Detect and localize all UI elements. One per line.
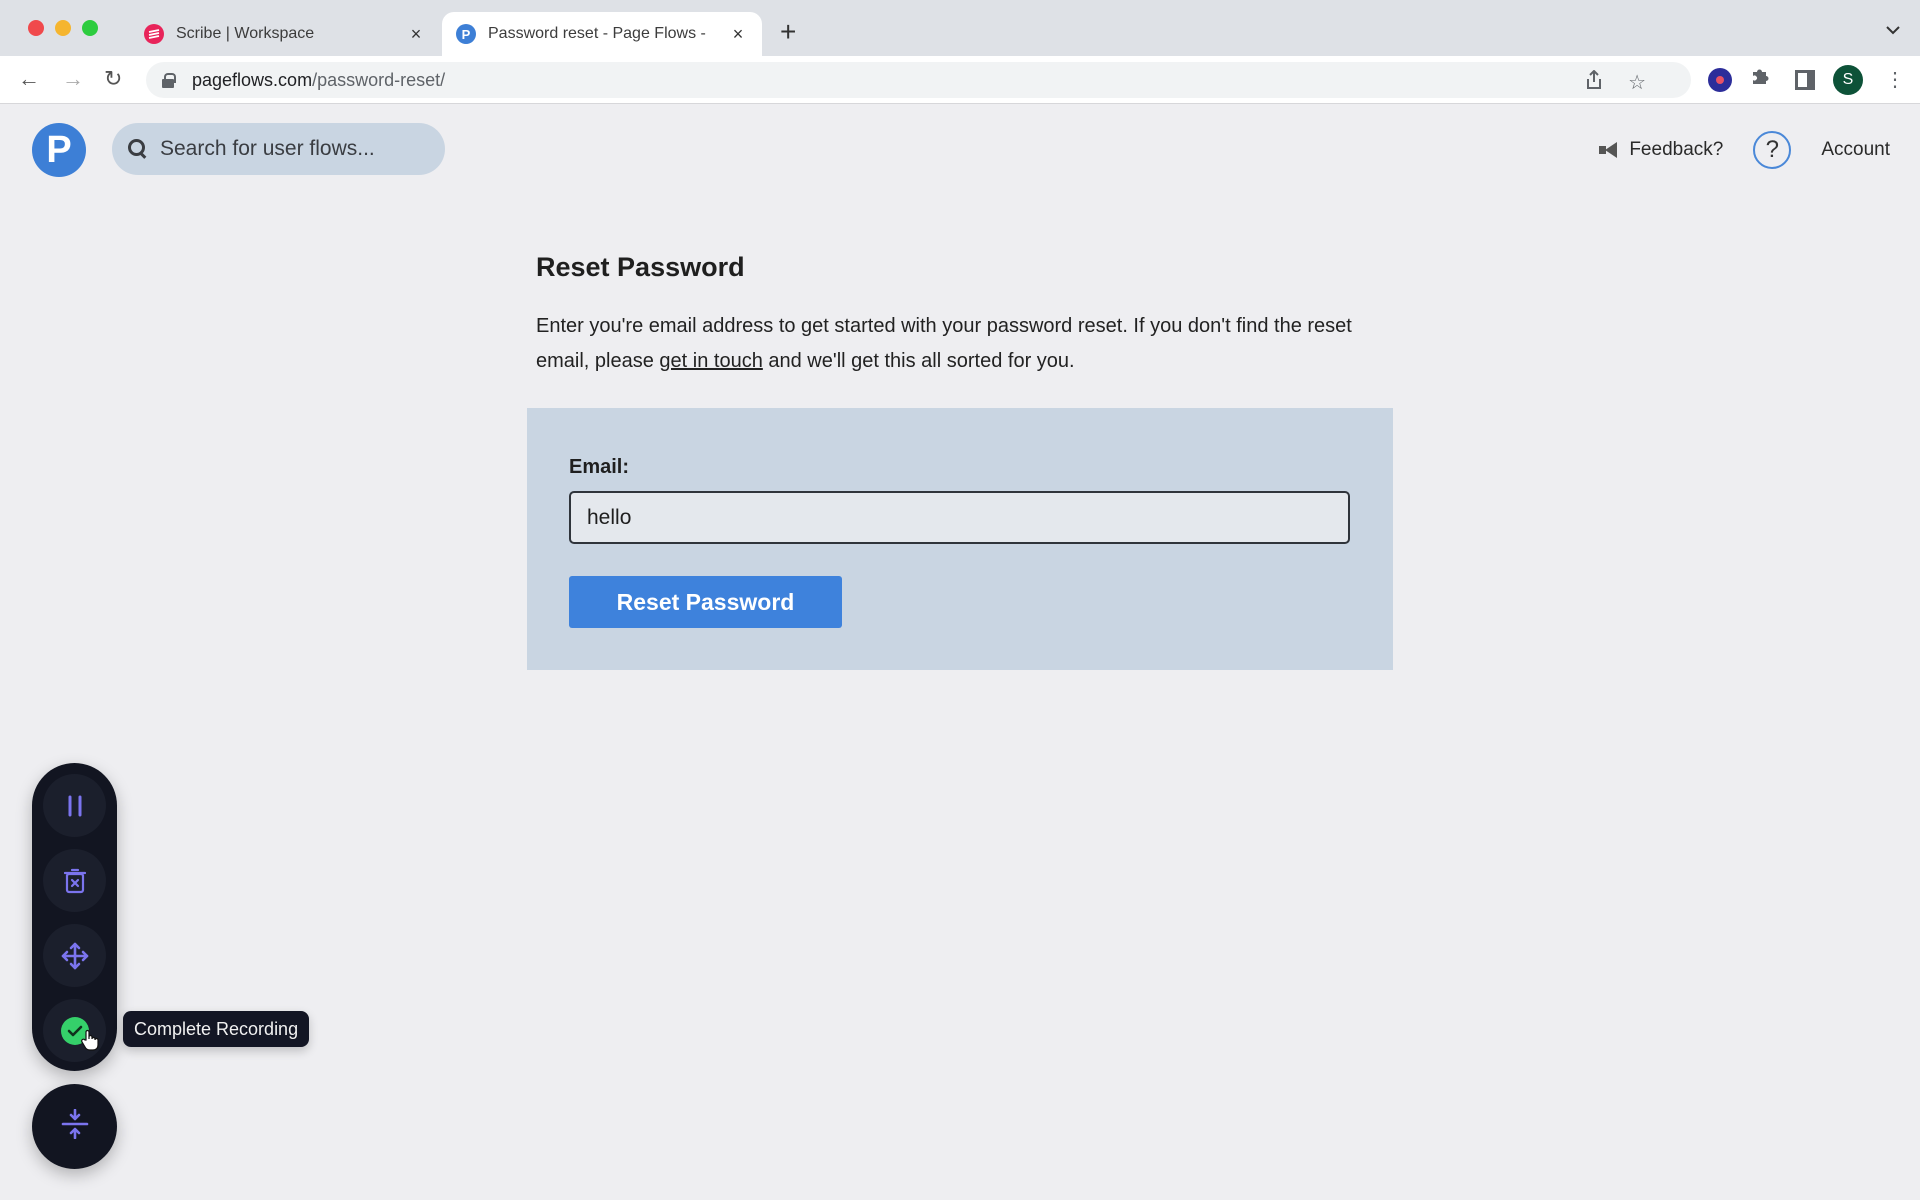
close-window-button[interactable] xyxy=(28,20,44,36)
tab-scribe-workspace[interactable]: Scribe | Workspace × xyxy=(130,12,440,56)
new-tab-button[interactable]: + xyxy=(780,18,796,46)
maximize-window-button[interactable] xyxy=(82,20,98,36)
pause-icon xyxy=(66,795,84,817)
search-bar[interactable] xyxy=(112,123,445,175)
email-field[interactable] xyxy=(569,491,1350,544)
scribe-favicon-icon xyxy=(144,24,164,44)
url-path: /password-reset/ xyxy=(312,69,446,90)
move-arrows-icon xyxy=(61,942,89,970)
reset-password-form: Email: Reset Password xyxy=(527,408,1393,670)
url-host: pageflows.com xyxy=(192,69,313,90)
tab-title: Password reset - Page Flows - xyxy=(488,25,706,42)
complete-recording-tooltip: Complete Recording xyxy=(123,1011,310,1047)
search-icon xyxy=(128,139,148,159)
complete-recording-button[interactable] xyxy=(43,999,106,1062)
get-in-touch-link[interactable]: get in touch xyxy=(659,350,762,372)
megaphone-icon xyxy=(1599,142,1619,158)
profile-avatar[interactable]: S xyxy=(1833,65,1863,95)
address-bar[interactable]: pageflows.com/password-reset/ ☆ xyxy=(146,62,1691,98)
search-input[interactable] xyxy=(160,137,420,161)
share-icon[interactable] xyxy=(1585,69,1603,96)
feedback-link[interactable]: Feedback? xyxy=(1599,139,1723,161)
page-title: Reset Password xyxy=(536,252,745,282)
minimize-window-button[interactable] xyxy=(55,20,71,36)
reset-password-section: Reset Password Enter you're email addres… xyxy=(536,252,1396,379)
scribe-recorder-toolbar xyxy=(32,763,117,1071)
trash-x-icon xyxy=(63,868,86,894)
browser-toolbar: ← → ↻ pageflows.com/password-reset/ ☆ S … xyxy=(0,56,1920,104)
bookmark-star-icon[interactable]: ☆ xyxy=(1628,70,1646,95)
help-icon[interactable]: ? xyxy=(1753,131,1792,169)
collapse-arrows-icon xyxy=(61,1108,89,1144)
browser-menu-icon[interactable]: ⋮ xyxy=(1885,68,1905,92)
close-tab-icon[interactable]: × xyxy=(406,24,426,45)
forward-button[interactable]: → xyxy=(62,66,84,92)
email-label: Email: xyxy=(569,456,630,478)
tab-password-reset[interactable]: P Password reset - Page Flows - × xyxy=(442,12,762,56)
lock-icon[interactable] xyxy=(162,73,176,88)
reset-password-button[interactable]: Reset Password xyxy=(569,576,842,628)
intro-text: Enter you're email address to get starte… xyxy=(536,309,1396,379)
browser-tab-strip: Scribe | Workspace × P Password reset - … xyxy=(0,0,1920,56)
side-panel-icon[interactable] xyxy=(1795,70,1815,90)
pageflows-logo[interactable]: P xyxy=(32,123,86,177)
feedback-label: Feedback? xyxy=(1629,139,1724,160)
pageflows-favicon-icon: P xyxy=(456,24,476,44)
move-widget-button[interactable] xyxy=(43,924,106,987)
tab-search-chevron-icon[interactable] xyxy=(1886,22,1900,40)
back-button[interactable]: ← xyxy=(18,66,40,92)
pointer-hand-cursor-icon xyxy=(81,1029,99,1051)
reload-button[interactable]: ↻ xyxy=(104,66,122,92)
collapse-widget-button[interactable] xyxy=(32,1084,117,1169)
delete-recording-button[interactable] xyxy=(43,849,106,912)
extensions-puzzle-icon[interactable] xyxy=(1750,66,1770,92)
header-nav: Feedback? ? Account xyxy=(1599,130,1890,170)
pause-recording-button[interactable] xyxy=(43,774,106,837)
account-link[interactable]: Account xyxy=(1821,139,1890,161)
scribe-recorder-extension-icon[interactable] xyxy=(1708,68,1732,92)
close-tab-icon[interactable]: × xyxy=(728,24,748,45)
intro-text-end: and we'll get this all sorted for you. xyxy=(762,350,1075,372)
tab-title: Scribe | Workspace xyxy=(176,25,315,42)
